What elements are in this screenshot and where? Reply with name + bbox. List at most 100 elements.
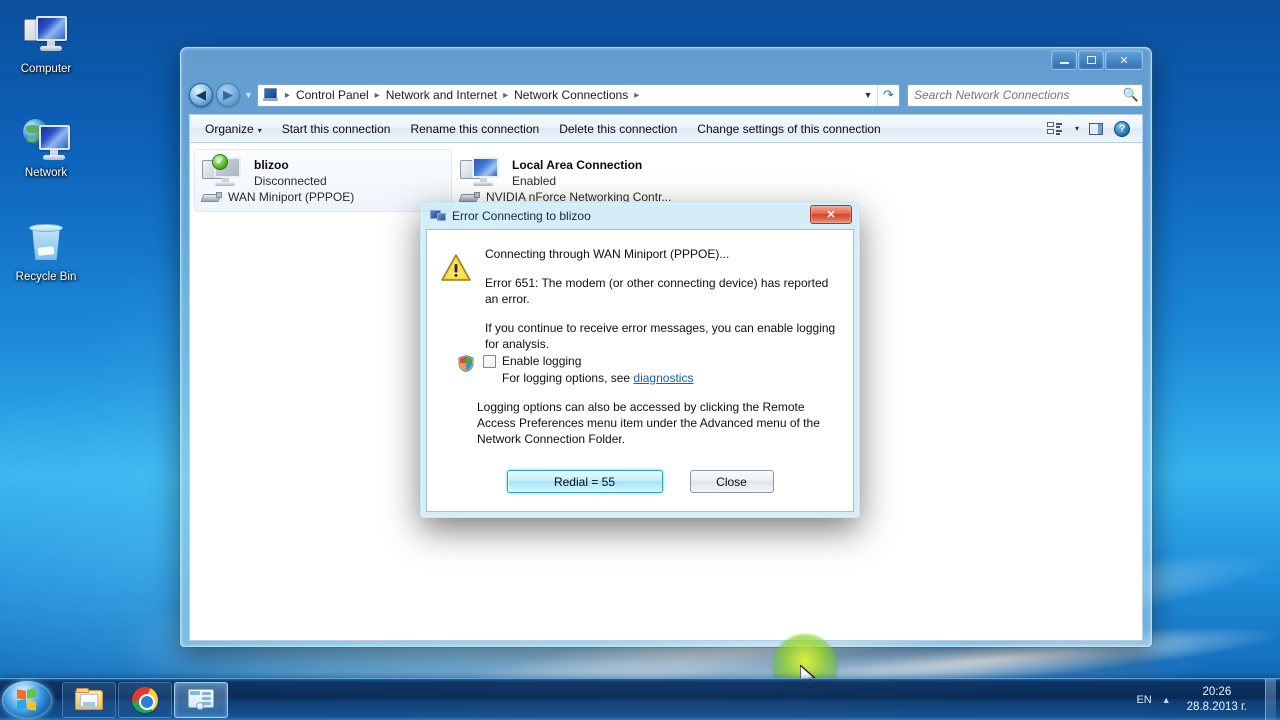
message-connecting: Connecting through WAN Miniport (PPPOE).… — [485, 247, 730, 261]
dialog-close-button[interactable]: ✕ — [810, 205, 852, 224]
redial-button[interactable]: Redial = 55 — [506, 470, 663, 493]
maximize-button[interactable] — [1078, 50, 1104, 70]
taskbar-task-list — [62, 681, 228, 718]
logging-options-line: For logging options, see diagnostics — [483, 371, 693, 385]
logging-note: Logging options can also be accessed by … — [477, 400, 820, 446]
error-dialog: Error Connecting to blizoo ✕ Connecting … — [420, 202, 860, 518]
chevron-down-icon: ▾ — [1074, 124, 1079, 133]
taskbar: EN ▲ 20:26 28.8.2013 г. — [0, 678, 1280, 720]
close-icon: ✕ — [1119, 54, 1129, 67]
dialog-titlebar[interactable]: Error Connecting to blizoo ✕ — [426, 203, 854, 229]
back-button[interactable]: ◀ — [189, 83, 213, 107]
help-icon: ? — [1114, 120, 1130, 137]
rename-this-connection-button[interactable]: Rename this connection — [401, 118, 548, 140]
enable-logging-checkbox-line: Enable logging — [483, 354, 693, 368]
connection-name: Local Area Connection — [512, 158, 643, 172]
taskbar-item-google-chrome[interactable] — [118, 681, 172, 718]
forward-button[interactable]: ▶ — [216, 83, 240, 107]
back-arrow-icon: ◀ — [196, 87, 206, 102]
desktop-icon-computer[interactable]: Computer — [0, 4, 92, 84]
warning-triangle-icon — [441, 254, 471, 281]
logging-options-prefix: For logging options, see — [502, 371, 634, 385]
folder-icon — [75, 688, 103, 711]
clock-time: 20:26 — [1202, 685, 1232, 698]
breadcrumb-item-network-connections[interactable]: Network Connections — [510, 86, 632, 104]
command-toolbar: Organize ▾ Start this connection Rename t… — [189, 114, 1143, 142]
dialog-messages: Connecting through WAN Miniport (PPPOE).… — [485, 246, 839, 352]
forward-arrow-icon: ▶ — [223, 87, 233, 102]
enable-logging-checkbox[interactable] — [483, 354, 496, 368]
connection-name: blizoo — [254, 158, 289, 172]
delete-this-connection-button[interactable]: Delete this connection — [550, 118, 686, 140]
connection-status: Enabled — [512, 174, 557, 188]
navigation-bar: ◀ ▶ ▼ ▸ Control Panel ▸ Network and Inte… — [189, 80, 1143, 110]
chrome-icon — [132, 686, 158, 713]
modem-icon — [200, 191, 222, 203]
desktop-icon-label: Network — [24, 167, 68, 179]
dialog-title: Error Connecting to blizoo — [452, 209, 591, 223]
clock[interactable]: 20:26 28.8.2013 г. — [1181, 685, 1253, 715]
breadcrumb-separator-icon: ▸ — [503, 89, 509, 101]
breadcrumb-item-control-panel[interactable]: Control Panel — [292, 86, 373, 104]
system-tray: EN ▲ 20:26 28.8.2013 г. — [1136, 679, 1280, 720]
start-this-connection-button[interactable]: Start this connection — [273, 118, 400, 140]
view-list-icon — [1046, 122, 1062, 135]
enable-logging-control: Enable logging For logging options, see … — [483, 354, 693, 385]
enable-logging-row: Enable logging For logging options, see … — [441, 354, 839, 385]
show-desktop-button[interactable] — [1265, 679, 1276, 720]
refresh-icon[interactable]: ↷ — [877, 84, 899, 106]
windows-logo-icon — [16, 687, 38, 711]
address-bar[interactable]: ▸ Control Panel ▸ Network and Internet ▸… — [256, 83, 900, 107]
window-buttons: ✕ — [1050, 50, 1143, 70]
view-dropdown-button[interactable]: ▾ — [1068, 118, 1082, 140]
breadcrumb-separator-icon: ▸ — [284, 89, 290, 101]
connection-item-blizoo[interactable]: ✓ blizoo Disconnected WAN Miniport (PPPO… — [194, 149, 452, 212]
taskbar-item-windows-explorer[interactable] — [62, 681, 116, 718]
help-button[interactable]: ? — [1110, 118, 1134, 140]
dialog-button-row: Redial = 55 Close — [427, 470, 853, 493]
enable-logging-label: Enable logging — [502, 354, 582, 368]
search-icon[interactable]: 🔍 — [1120, 87, 1142, 103]
search-input[interactable] — [908, 88, 1120, 102]
desktop-icon-recycle-bin[interactable]: Recycle Bin — [0, 212, 92, 292]
breadcrumb: ▸ Control Panel ▸ Network and Internet ▸… — [284, 86, 859, 104]
window-titlebar[interactable]: ✕ — [185, 48, 1147, 80]
language-indicator[interactable]: EN — [1136, 694, 1151, 706]
organize-button[interactable]: Organize ▾ — [196, 118, 271, 140]
toolbar-right-group: ▾ ? — [1042, 118, 1136, 140]
search-box[interactable]: 🔍 — [907, 83, 1143, 107]
desktop-icon-network[interactable]: Network — [0, 108, 92, 188]
connection-icon — [430, 209, 446, 223]
show-hidden-icons-caret-icon[interactable]: ▲ — [1162, 695, 1171, 705]
preview-pane-icon — [1089, 122, 1103, 135]
chevron-down-icon: ▾ — [257, 125, 262, 135]
warning-message-row: Connecting through WAN Miniport (PPPOE).… — [441, 246, 839, 352]
network-connections-icon — [262, 87, 280, 103]
connection-status: Disconnected — [254, 174, 327, 188]
dialog-close-action-button[interactable]: Close — [689, 470, 774, 493]
desktop-icon-label: Computer — [20, 63, 72, 75]
control-panel-icon — [187, 688, 215, 711]
diagnostics-link[interactable]: diagnostics — [633, 371, 693, 385]
change-view-button[interactable] — [1042, 118, 1066, 140]
close-icon: ✕ — [826, 209, 836, 221]
address-dropdown-caret-icon[interactable]: ▼ — [859, 90, 877, 100]
connection-text: Local Area Connection Enabled NVIDIA nFo… — [458, 156, 671, 205]
start-button[interactable] — [2, 680, 52, 719]
status-badge: ✓ — [212, 154, 228, 170]
dialog-body: Connecting through WAN Miniport (PPPOE).… — [426, 229, 854, 512]
computer-icon — [2, 10, 90, 60]
minimize-button[interactable] — [1051, 50, 1077, 70]
network-adapter-icon — [458, 191, 480, 203]
taskbar-item-network-connections[interactable] — [174, 681, 228, 718]
change-settings-button[interactable]: Change settings of this connection — [688, 118, 889, 140]
desktop-icon-list: Computer Network Recycle Bin — [0, 4, 92, 316]
network-globe-icon — [2, 114, 90, 164]
uac-shield-icon — [458, 355, 474, 372]
message-error-651: Error 651: The modem (or other connectin… — [485, 276, 829, 306]
connection-text: blizoo Disconnected WAN Miniport (PPPOE) — [200, 156, 354, 205]
breadcrumb-item-network-and-internet[interactable]: Network and Internet — [382, 86, 501, 104]
close-button[interactable]: ✕ — [1105, 50, 1143, 70]
preview-pane-button[interactable] — [1084, 118, 1108, 140]
recent-pages-caret-icon[interactable]: ▼ — [243, 90, 254, 100]
